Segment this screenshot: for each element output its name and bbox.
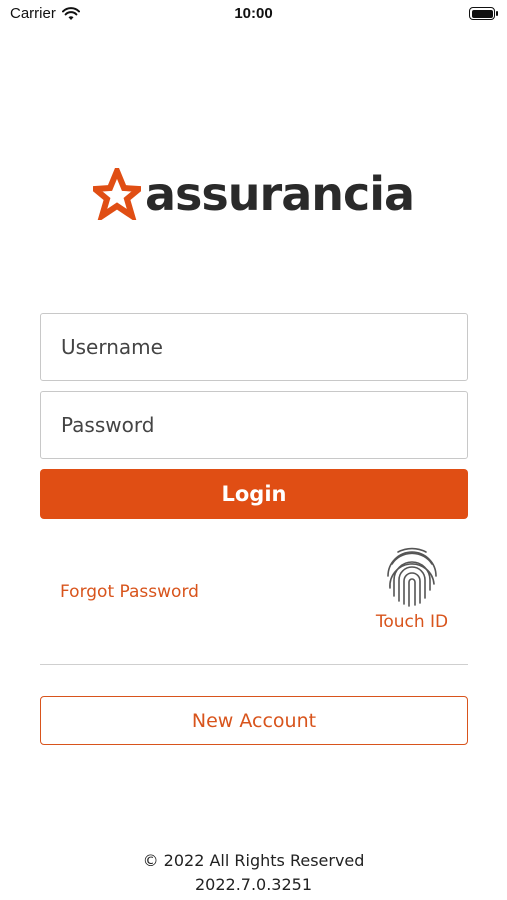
brand-logo: assurancia: [93, 167, 415, 221]
status-bar: Carrier 10:00: [0, 0, 507, 30]
fingerprint-icon: [387, 547, 437, 607]
copyright-text: © 2022 All Rights Reserved: [142, 851, 365, 870]
battery-icon: [469, 7, 498, 20]
touch-id-button[interactable]: Touch ID: [370, 546, 454, 632]
login-button[interactable]: Login: [40, 469, 468, 519]
username-input[interactable]: [40, 313, 468, 381]
version-text: 2022.7.0.3251: [194, 875, 313, 894]
divider: [40, 664, 468, 665]
status-time: 10:00: [234, 5, 273, 22]
star-logo-icon: [93, 168, 141, 220]
new-account-button[interactable]: New Account: [40, 696, 468, 745]
brand-name: assurancia: [145, 167, 415, 221]
password-input[interactable]: [40, 391, 468, 459]
touch-id-label: Touch ID: [375, 612, 449, 632]
battery-level: [471, 9, 493, 18]
forgot-password-link[interactable]: Forgot Password: [60, 582, 199, 602]
